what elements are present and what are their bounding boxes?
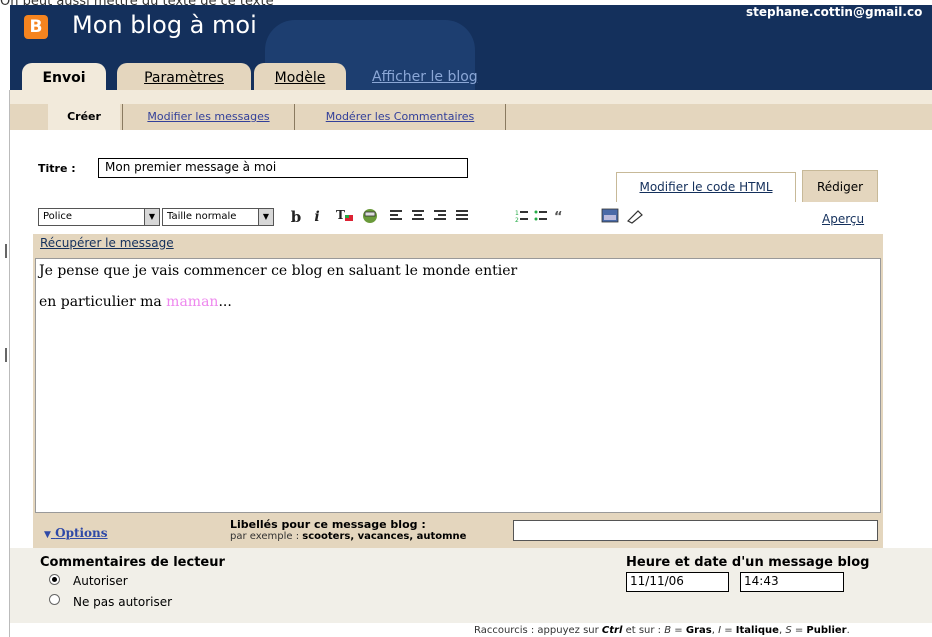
- eraser-icon[interactable]: [626, 210, 643, 224]
- chevron-down-icon[interactable]: ▼: [258, 209, 273, 225]
- subnav-top-strip: [10, 90, 932, 104]
- list-group: 12 “: [514, 207, 594, 227]
- bold-shortcut: Gras: [685, 625, 712, 636]
- editor-paragraph: Je pense que je vais commencer ce blog e…: [39, 263, 518, 279]
- post-date-input[interactable]: 11/11/06: [626, 572, 729, 592]
- subtab-modifier-messages[interactable]: Modifier les messages: [122, 104, 295, 130]
- align-center-icon[interactable]: [412, 210, 424, 220]
- post-time-input[interactable]: 14:43: [740, 572, 844, 592]
- media-group: [598, 207, 678, 227]
- labels-title: Libellés pour ce message blog :: [230, 518, 426, 531]
- alignment-group: [388, 207, 508, 227]
- publish-shortcut: Publier: [806, 625, 847, 636]
- deny-comments-radio[interactable]: [49, 594, 60, 605]
- font-select-value: Police: [43, 211, 72, 222]
- blog-title: Mon blog à moi: [72, 11, 257, 39]
- compose-tab[interactable]: Rédiger: [802, 170, 878, 202]
- quote-icon[interactable]: “: [554, 210, 563, 225]
- view-blog-link[interactable]: Afficher le blog: [372, 69, 478, 85]
- shortcuts-text: Raccourcis : appuyez sur: [474, 625, 599, 636]
- options-toggle[interactable]: ▼ Options: [44, 526, 108, 540]
- post-datetime-title: Heure et date d'un message blog: [626, 555, 870, 570]
- user-email: stephane.cottin@gmail.co: [746, 5, 923, 19]
- svg-text:“: “: [554, 210, 563, 225]
- italic-shortcut: Italique: [735, 625, 779, 636]
- post-title-input[interactable]: Mon premier message à moi: [98, 158, 468, 178]
- bold-button[interactable]: b: [288, 207, 304, 227]
- svg-text:1: 1: [515, 210, 519, 217]
- labels-example: par exemple : scooters, vacances, automn…: [230, 531, 466, 542]
- allow-comments-label[interactable]: Autoriser: [73, 574, 128, 588]
- allow-comments-radio[interactable]: [49, 574, 60, 585]
- resize-handle[interactable]: [5, 348, 12, 362]
- tab-parametres[interactable]: Paramètres: [117, 63, 251, 90]
- tab-modele[interactable]: Modèle: [254, 63, 346, 90]
- link-button[interactable]: [360, 207, 380, 227]
- triangle-down-icon: ▼: [44, 530, 51, 540]
- font-size-select[interactable]: Taille normale ▼: [162, 208, 274, 226]
- keyboard-shortcuts-hint: Raccourcis : appuyez sur Ctrl et sur : B…: [474, 625, 850, 636]
- editor-text: ...: [218, 294, 232, 310]
- subtab-moderer-commentaires[interactable]: Modérer les Commentaires: [295, 104, 506, 130]
- link-globe-icon: [363, 209, 377, 223]
- preview-link[interactable]: Aperçu: [822, 212, 864, 226]
- size-select-value: Taille normale: [167, 211, 237, 222]
- blogger-header: B Mon blog à moi stephane.cottin@gmail.c…: [10, 5, 932, 90]
- recover-post-link[interactable]: Récupérer le message: [40, 236, 174, 250]
- i-key: I: [718, 625, 722, 636]
- align-justify-icon[interactable]: [456, 210, 468, 220]
- resize-handle[interactable]: [5, 244, 12, 258]
- ctrl-key: Ctrl: [601, 625, 623, 636]
- subtab-creer[interactable]: Créer: [48, 104, 120, 130]
- options-label: Options: [55, 526, 108, 540]
- labels-input[interactable]: [513, 520, 878, 541]
- rich-text-editor[interactable]: Je pense que je vais commencer ce blog e…: [35, 258, 881, 513]
- text-color-icon: T: [336, 208, 353, 222]
- editor-paragraph: en particulier ma maman...: [39, 294, 877, 310]
- reader-comments-title: Commentaires de lecteur: [40, 555, 225, 570]
- title-label: Titre :: [38, 162, 76, 175]
- b-key: B: [664, 625, 672, 636]
- font-family-select[interactable]: Police ▼: [38, 208, 160, 226]
- shortcuts-text: et sur :: [625, 625, 662, 636]
- text-color-button[interactable]: T: [334, 207, 356, 227]
- deny-comments-label[interactable]: Ne pas autoriser: [73, 595, 172, 609]
- italic-button[interactable]: i: [310, 207, 324, 227]
- bullet-list-icon[interactable]: [534, 210, 548, 221]
- align-right-icon[interactable]: [434, 210, 446, 220]
- numbered-list-icon[interactable]: 12: [515, 210, 528, 224]
- chevron-down-icon[interactable]: ▼: [144, 209, 159, 225]
- insert-image-icon[interactable]: [601, 208, 619, 223]
- edit-html-tab[interactable]: Modifier le code HTML: [616, 172, 796, 202]
- highlighted-word: maman: [166, 294, 219, 310]
- labels-example-values: scooters, vacances, automne: [302, 531, 467, 542]
- s-key: S: [785, 625, 792, 636]
- svg-text:2: 2: [515, 217, 519, 224]
- tab-envoi[interactable]: Envoi: [22, 63, 106, 90]
- blogger-logo-icon: B: [24, 15, 48, 39]
- labels-example-prefix: par exemple :: [230, 531, 300, 542]
- editor-text: en particulier ma: [39, 294, 167, 310]
- svg-text:T: T: [336, 208, 345, 222]
- align-left-icon[interactable]: [390, 210, 402, 220]
